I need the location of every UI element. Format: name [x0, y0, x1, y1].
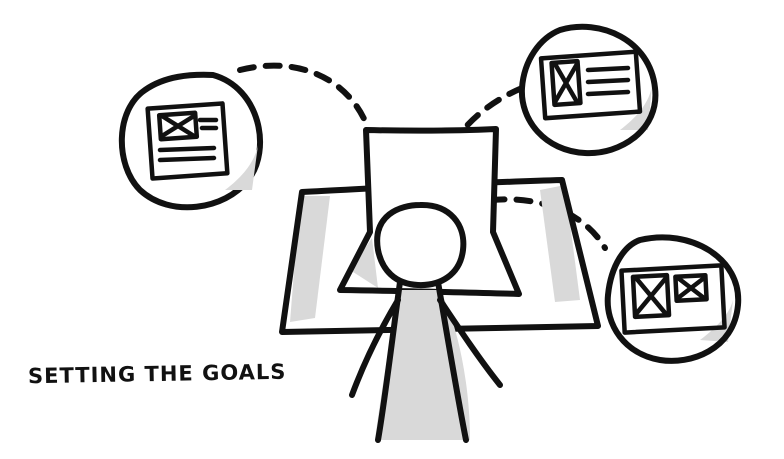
- wireframe-card-left: [118, 71, 263, 211]
- sketch-illustration: [118, 22, 742, 443]
- wireframe-card-bottom-right: [604, 232, 742, 364]
- caption-setting-the-goals: SETTING THE GOALS: [27, 359, 287, 389]
- wireframe-card-top-right: [518, 22, 659, 158]
